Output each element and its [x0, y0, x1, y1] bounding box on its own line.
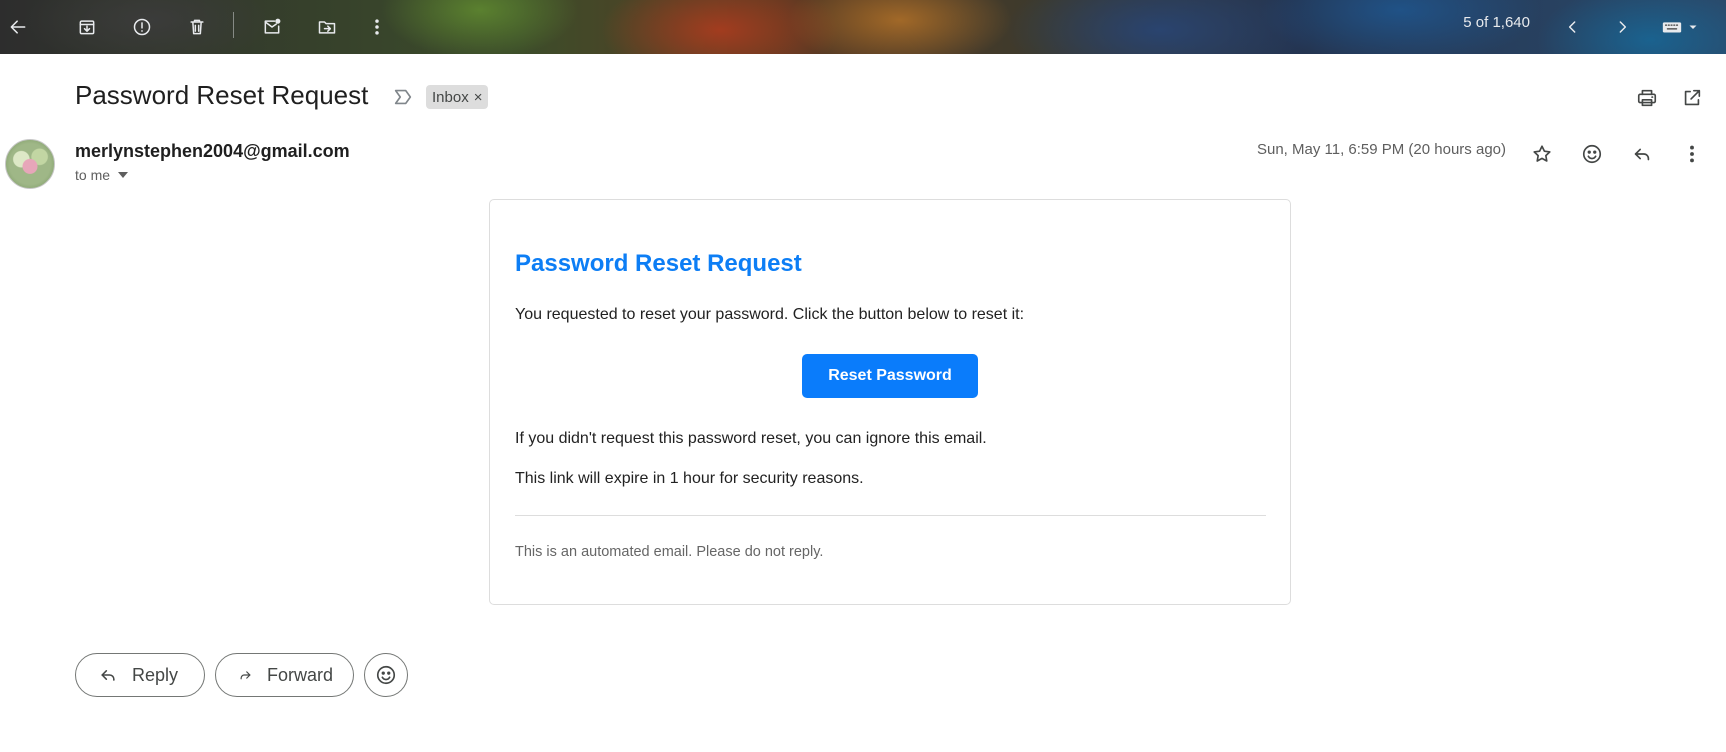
reset-password-button[interactable]: Reset Password — [802, 354, 978, 398]
email-body-card: Password Reset Request You requested to … — [489, 199, 1291, 605]
reply-arrow-icon — [101, 670, 115, 681]
recipient-summary: to me — [75, 167, 111, 183]
email-footer-note: This is an automated email. Please do no… — [515, 544, 824, 560]
chevron-right-icon[interactable] — [1604, 9, 1640, 45]
label-important-icon[interactable] — [392, 86, 414, 108]
archive-icon[interactable] — [69, 9, 105, 45]
emoji-reaction-icon[interactable] — [1574, 136, 1610, 172]
back-arrow-icon[interactable] — [0, 9, 36, 45]
email-ignore-note: If you didn't request this password rese… — [515, 430, 987, 447]
sender-avatar[interactable] — [5, 139, 55, 189]
print-icon[interactable] — [1631, 82, 1663, 114]
keyboard-icon[interactable] — [1652, 9, 1708, 45]
remove-label-icon[interactable]: × — [474, 89, 483, 106]
more-vert-icon[interactable] — [359, 9, 395, 45]
email-divider — [515, 515, 1266, 516]
email-expiry-note: This link will expire in 1 hour for secu… — [515, 470, 864, 487]
email-intro-text: You requested to reset your password. Cl… — [515, 306, 1025, 323]
inbox-label-chip[interactable]: Inbox × — [426, 85, 489, 109]
smiley-icon — [376, 665, 396, 685]
mark-unread-icon[interactable] — [254, 9, 290, 45]
star-icon[interactable] — [1524, 136, 1560, 172]
caret-down-icon — [118, 172, 129, 178]
toolbar-divider — [233, 12, 234, 38]
email-body-title: Password Reset Request — [515, 250, 802, 277]
reply-button[interactable]: Reply — [75, 653, 205, 697]
forward-button-label: Forward — [266, 664, 333, 685]
message-counter: 5 of 1,640 — [1463, 14, 1530, 31]
reply-button-label: Reply — [132, 664, 179, 685]
reply-icon[interactable] — [1624, 136, 1660, 172]
move-to-icon[interactable] — [309, 9, 345, 45]
inbox-label-text: Inbox — [432, 88, 469, 106]
open-in-new-window-icon[interactable] — [1676, 82, 1708, 114]
emoji-react-button[interactable] — [364, 653, 408, 697]
email-subject: Password Reset Request — [75, 80, 369, 110]
top-toolbar: 5 of 1,640 — [0, 0, 1726, 54]
recipient-details-toggle[interactable]: to me — [75, 167, 129, 183]
message-date: Sun, May 11, 6:59 PM (20 hours ago) — [1256, 141, 1506, 158]
delete-icon[interactable] — [179, 9, 215, 45]
forward-button[interactable]: Forward — [215, 653, 354, 697]
forward-arrow-icon — [240, 671, 251, 680]
chevron-left-icon[interactable] — [1555, 9, 1591, 45]
more-options-icon[interactable] — [1674, 136, 1710, 172]
sender-email[interactable]: merlynstephen2004@gmail.com — [75, 141, 350, 162]
report-spam-icon[interactable] — [124, 9, 160, 45]
